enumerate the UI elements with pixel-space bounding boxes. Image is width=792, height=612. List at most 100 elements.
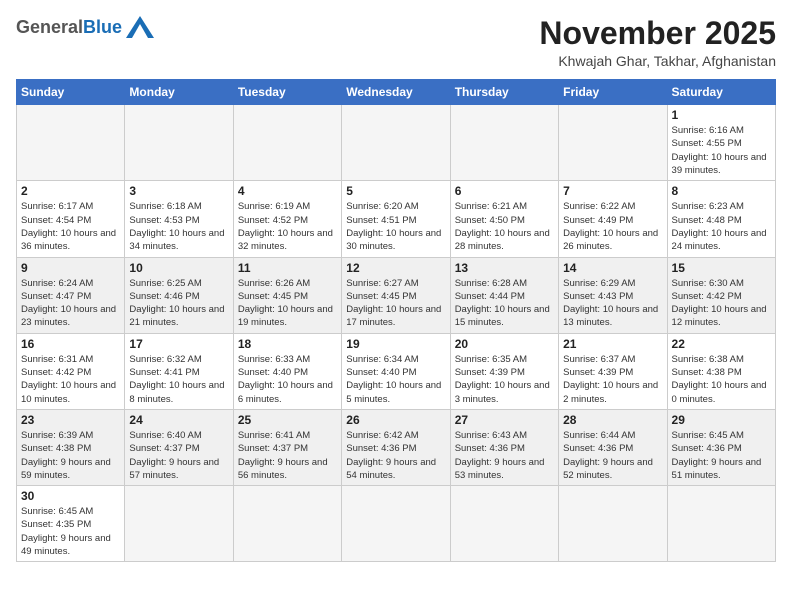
- day-info: Sunrise: 6:26 AM Sunset: 4:45 PM Dayligh…: [238, 277, 337, 330]
- table-row: 19 Sunrise: 6:34 AM Sunset: 4:40 PM Dayli…: [342, 333, 450, 409]
- day-info: Sunrise: 6:41 AM Sunset: 4:37 PM Dayligh…: [238, 429, 337, 482]
- day-number: 19: [346, 337, 445, 351]
- table-row: 10 Sunrise: 6:25 AM Sunset: 4:46 PM Dayli…: [125, 257, 233, 333]
- table-row: 17 Sunrise: 6:32 AM Sunset: 4:41 PM Dayli…: [125, 333, 233, 409]
- table-row: [125, 105, 233, 181]
- day-info: Sunrise: 6:44 AM Sunset: 4:36 PM Dayligh…: [563, 429, 662, 482]
- table-row: 5 Sunrise: 6:20 AM Sunset: 4:51 PM Daylig…: [342, 181, 450, 257]
- day-info: Sunrise: 6:28 AM Sunset: 4:44 PM Dayligh…: [455, 277, 554, 330]
- table-row: 18 Sunrise: 6:33 AM Sunset: 4:40 PM Dayli…: [233, 333, 341, 409]
- day-info: Sunrise: 6:33 AM Sunset: 4:40 PM Dayligh…: [238, 353, 337, 406]
- table-row: [667, 486, 775, 562]
- day-info: Sunrise: 6:25 AM Sunset: 4:46 PM Dayligh…: [129, 277, 228, 330]
- logo-icon: [126, 16, 154, 38]
- day-info: Sunrise: 6:27 AM Sunset: 4:45 PM Dayligh…: [346, 277, 445, 330]
- table-row: [233, 486, 341, 562]
- day-info: Sunrise: 6:19 AM Sunset: 4:52 PM Dayligh…: [238, 200, 337, 253]
- table-row: [125, 486, 233, 562]
- table-row: [559, 105, 667, 181]
- day-number: 7: [563, 184, 662, 198]
- table-row: 29 Sunrise: 6:45 AM Sunset: 4:36 PM Dayli…: [667, 409, 775, 485]
- table-row: 23Sunrise: 6:39 AM Sunset: 4:38 PM Dayli…: [17, 409, 125, 485]
- page: GeneralBlue November 2025 Khwajah Ghar, …: [0, 0, 792, 612]
- day-number: 23: [21, 413, 120, 427]
- day-number: 10: [129, 261, 228, 275]
- table-row: [17, 105, 125, 181]
- day-info: Sunrise: 6:35 AM Sunset: 4:39 PM Dayligh…: [455, 353, 554, 406]
- day-number: 8: [672, 184, 771, 198]
- weekday-header-row: Sunday Monday Tuesday Wednesday Thursday…: [17, 80, 776, 105]
- table-row: 28 Sunrise: 6:44 AM Sunset: 4:36 PM Dayli…: [559, 409, 667, 485]
- table-row: [559, 486, 667, 562]
- day-info: Sunrise: 6:20 AM Sunset: 4:51 PM Dayligh…: [346, 200, 445, 253]
- calendar-row: 23Sunrise: 6:39 AM Sunset: 4:38 PM Dayli…: [17, 409, 776, 485]
- table-row: [233, 105, 341, 181]
- day-info: Sunrise: 6:24 AM Sunset: 4:47 PM Dayligh…: [21, 277, 120, 330]
- table-row: 15Sunrise: 6:30 AM Sunset: 4:42 PM Dayli…: [667, 257, 775, 333]
- logo-area: GeneralBlue: [16, 16, 154, 38]
- day-number: 17: [129, 337, 228, 351]
- table-row: [342, 486, 450, 562]
- logo: GeneralBlue: [16, 16, 154, 38]
- day-number: 2: [21, 184, 120, 198]
- table-row: 4 Sunrise: 6:19 AM Sunset: 4:52 PM Daylig…: [233, 181, 341, 257]
- calendar-row: 30 Sunrise: 6:45 AM Sunset: 4:35 PM Dayli…: [17, 486, 776, 562]
- day-info: Sunrise: 6:32 AM Sunset: 4:41 PM Dayligh…: [129, 353, 228, 406]
- day-info: Sunrise: 6:18 AM Sunset: 4:53 PM Dayligh…: [129, 200, 228, 253]
- day-info: Sunrise: 6:34 AM Sunset: 4:40 PM Dayligh…: [346, 353, 445, 406]
- day-number: 26: [346, 413, 445, 427]
- day-number: 5: [346, 184, 445, 198]
- day-number: 1: [672, 108, 771, 122]
- day-info: Sunrise: 6:45 AM Sunset: 4:35 PM Dayligh…: [21, 505, 120, 558]
- day-info: Sunrise: 6:40 AM Sunset: 4:37 PM Dayligh…: [129, 429, 228, 482]
- header-friday: Friday: [559, 80, 667, 105]
- table-row: 12Sunrise: 6:27 AM Sunset: 4:45 PM Dayli…: [342, 257, 450, 333]
- logo-general: General: [16, 17, 83, 38]
- day-number: 20: [455, 337, 554, 351]
- table-row: [450, 486, 558, 562]
- header-wednesday: Wednesday: [342, 80, 450, 105]
- table-row: 8 Sunrise: 6:23 AM Sunset: 4:48 PM Daylig…: [667, 181, 775, 257]
- header-area: GeneralBlue November 2025 Khwajah Ghar, …: [16, 16, 776, 69]
- table-row: 2 Sunrise: 6:17 AM Sunset: 4:54 PM Daylig…: [17, 181, 125, 257]
- table-row: 30 Sunrise: 6:45 AM Sunset: 4:35 PM Dayli…: [17, 486, 125, 562]
- day-number: 11: [238, 261, 337, 275]
- day-number: 9: [21, 261, 120, 275]
- day-info: Sunrise: 6:21 AM Sunset: 4:50 PM Dayligh…: [455, 200, 554, 253]
- title-area: November 2025 Khwajah Ghar, Takhar, Afgh…: [539, 16, 776, 69]
- table-row: 26 Sunrise: 6:42 AM Sunset: 4:36 PM Dayli…: [342, 409, 450, 485]
- table-row: 25 Sunrise: 6:41 AM Sunset: 4:37 PM Dayli…: [233, 409, 341, 485]
- day-number: 4: [238, 184, 337, 198]
- day-info: Sunrise: 6:45 AM Sunset: 4:36 PM Dayligh…: [672, 429, 771, 482]
- table-row: 27 Sunrise: 6:43 AM Sunset: 4:36 PM Dayli…: [450, 409, 558, 485]
- header-saturday: Saturday: [667, 80, 775, 105]
- table-row: 21Sunrise: 6:37 AM Sunset: 4:39 PM Dayli…: [559, 333, 667, 409]
- calendar: Sunday Monday Tuesday Wednesday Thursday…: [16, 79, 776, 562]
- day-number: 29: [672, 413, 771, 427]
- header-sunday: Sunday: [17, 80, 125, 105]
- day-number: 27: [455, 413, 554, 427]
- calendar-row: 1 Sunrise: 6:16 AM Sunset: 4:55 PM Daylig…: [17, 105, 776, 181]
- day-info: Sunrise: 6:23 AM Sunset: 4:48 PM Dayligh…: [672, 200, 771, 253]
- day-number: 25: [238, 413, 337, 427]
- day-info: Sunrise: 6:17 AM Sunset: 4:54 PM Dayligh…: [21, 200, 120, 253]
- table-row: 13Sunrise: 6:28 AM Sunset: 4:44 PM Dayli…: [450, 257, 558, 333]
- location-subtitle: Khwajah Ghar, Takhar, Afghanistan: [539, 53, 776, 69]
- table-row: 7Sunrise: 6:22 AM Sunset: 4:49 PM Daylig…: [559, 181, 667, 257]
- day-number: 15: [672, 261, 771, 275]
- day-info: Sunrise: 6:42 AM Sunset: 4:36 PM Dayligh…: [346, 429, 445, 482]
- table-row: 11 Sunrise: 6:26 AM Sunset: 4:45 PM Dayli…: [233, 257, 341, 333]
- header-tuesday: Tuesday: [233, 80, 341, 105]
- day-number: 28: [563, 413, 662, 427]
- month-title: November 2025: [539, 16, 776, 51]
- day-info: Sunrise: 6:16 AM Sunset: 4:55 PM Dayligh…: [672, 124, 771, 177]
- day-number: 18: [238, 337, 337, 351]
- logo-blue: Blue: [83, 17, 122, 38]
- day-info: Sunrise: 6:31 AM Sunset: 4:42 PM Dayligh…: [21, 353, 120, 406]
- table-row: [450, 105, 558, 181]
- table-row: [342, 105, 450, 181]
- table-row: 16Sunrise: 6:31 AM Sunset: 4:42 PM Dayli…: [17, 333, 125, 409]
- day-number: 24: [129, 413, 228, 427]
- day-number: 30: [21, 489, 120, 503]
- day-info: Sunrise: 6:43 AM Sunset: 4:36 PM Dayligh…: [455, 429, 554, 482]
